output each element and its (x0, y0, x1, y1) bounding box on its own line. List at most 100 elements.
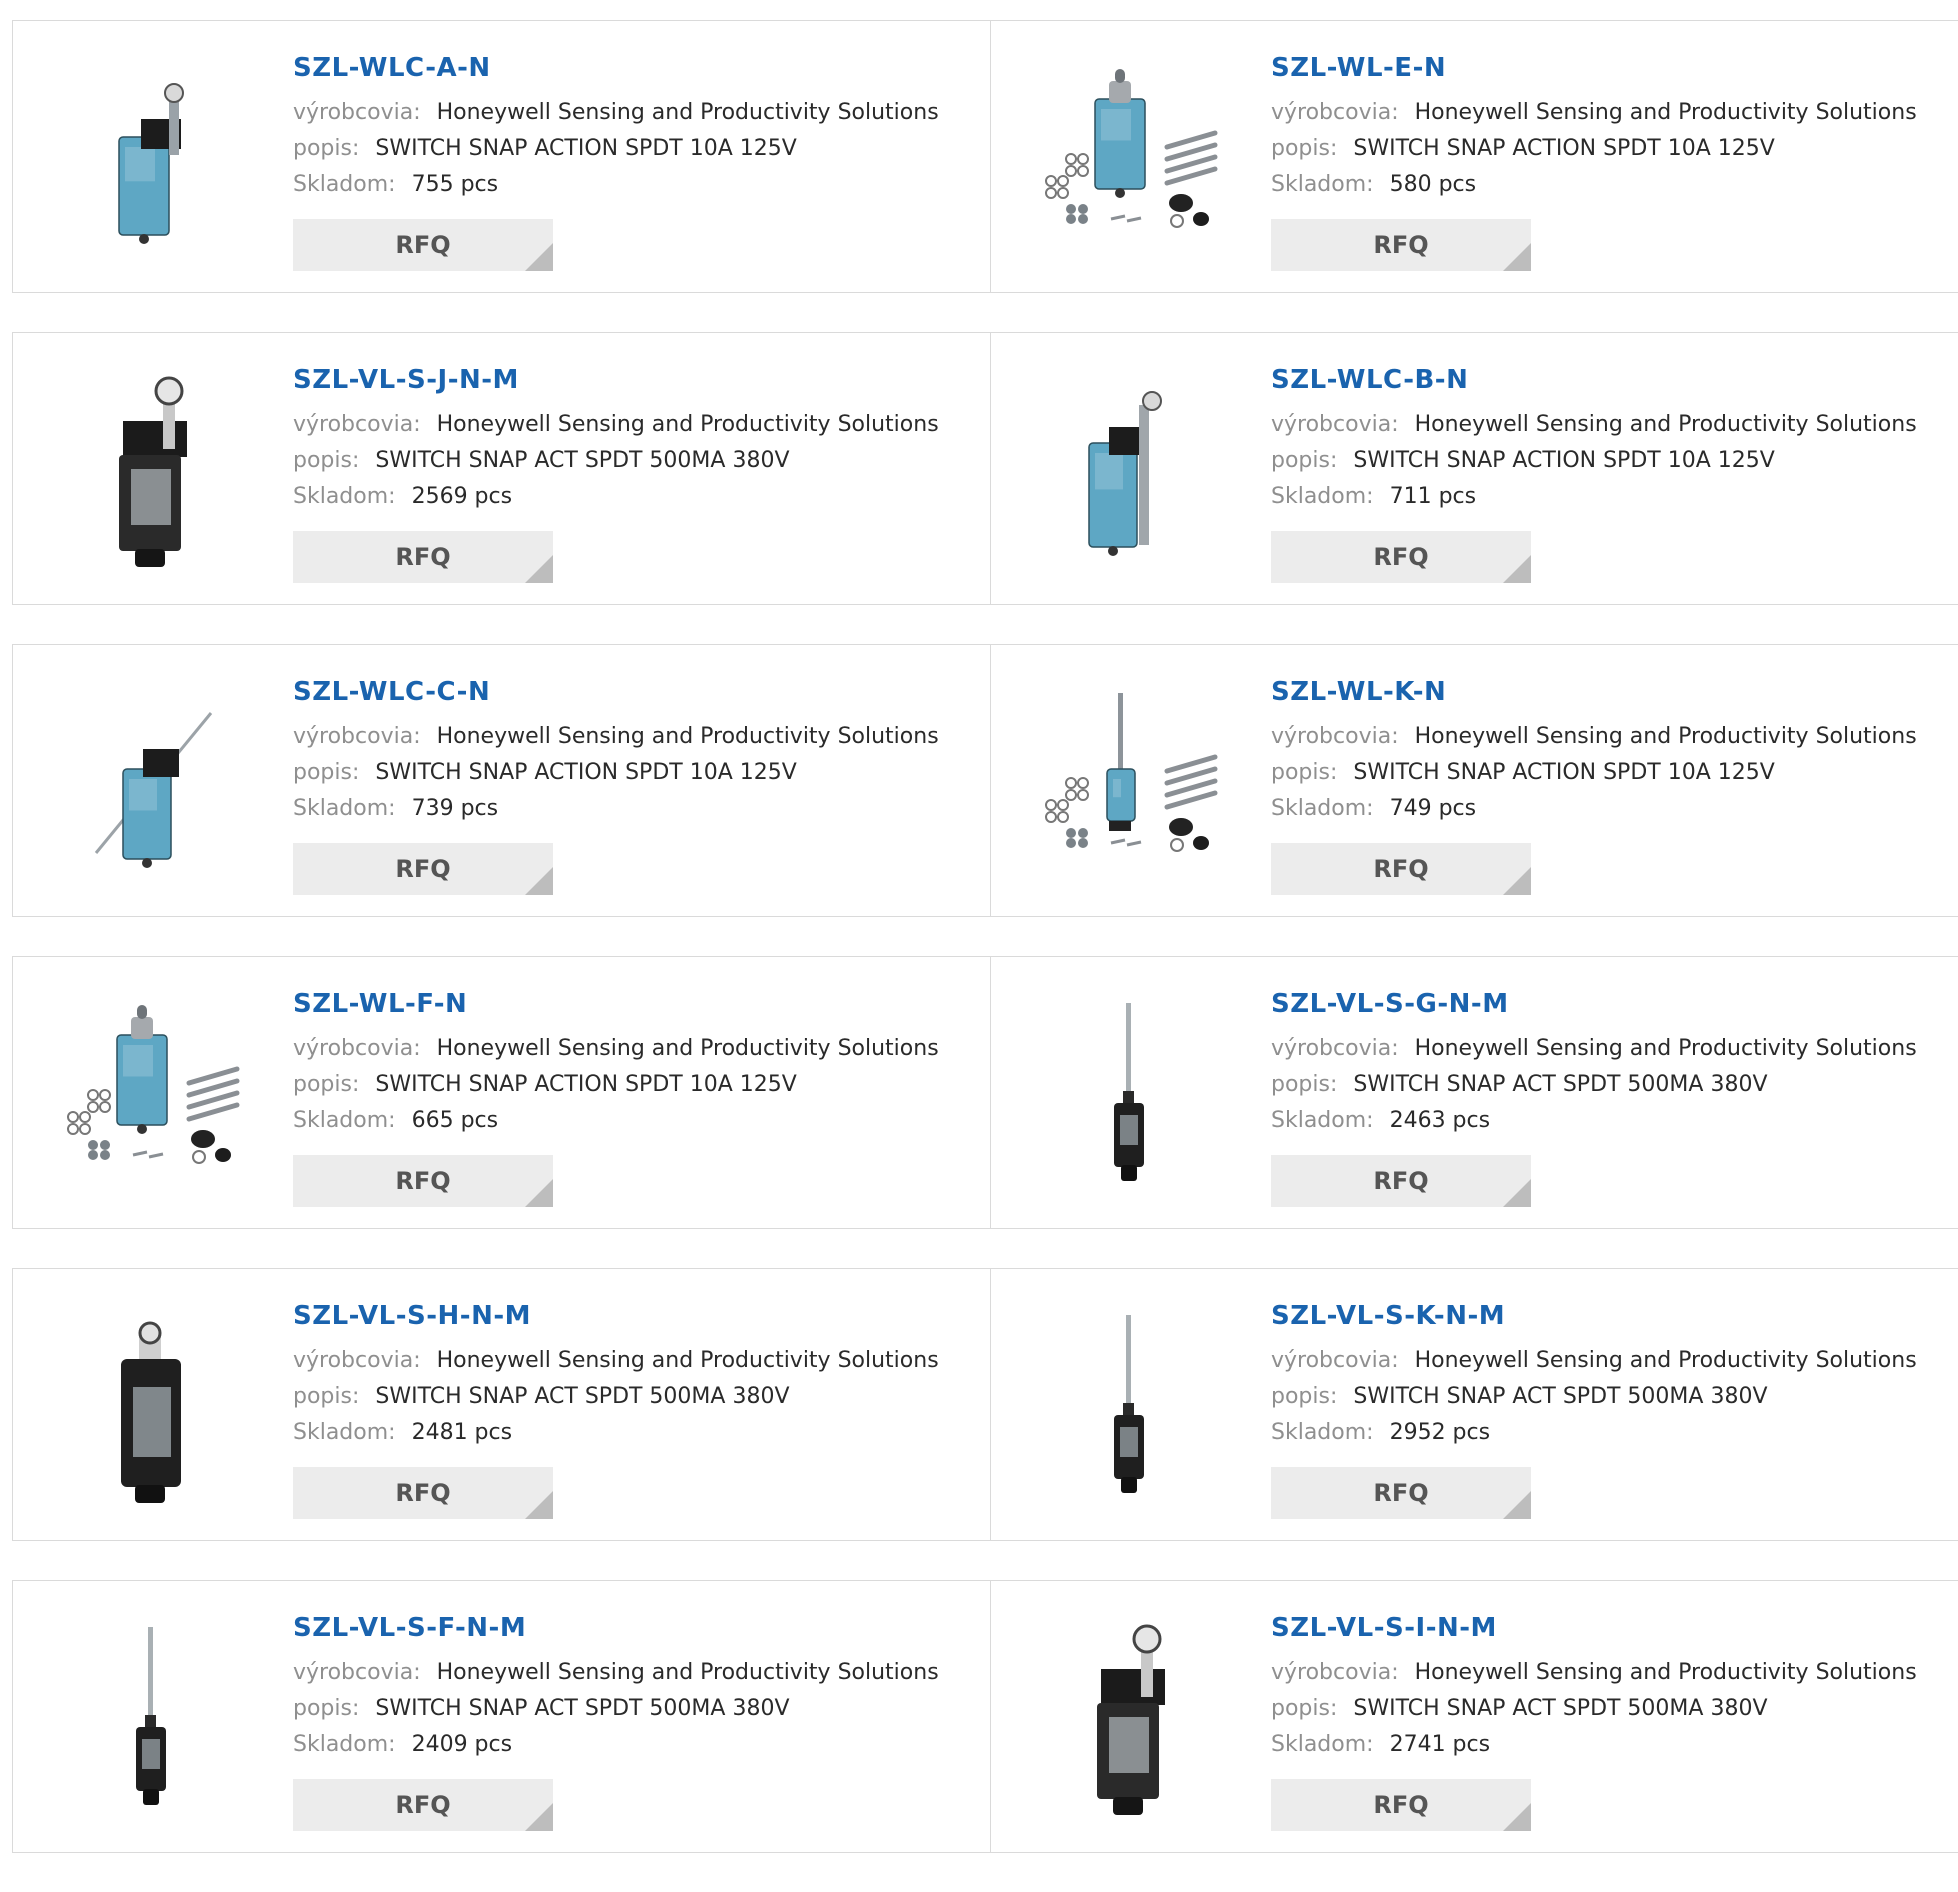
stock-value: 2481 pcs (411, 1420, 513, 1445)
rfq-button-label: RFQ (395, 1479, 451, 1507)
product-info: SZL-WLC-C-N výrobcovia: Honeywell Sensing… (293, 675, 973, 895)
stock-label: Skladom: (293, 1420, 396, 1445)
product-card: SZL-VL-S-F-N-M výrobcovia: Honeywell Sens… (12, 1580, 992, 1853)
manufacturer-label: výrobcovia: (1271, 100, 1399, 125)
description-label: popis: (1271, 1696, 1338, 1721)
description-row: popis: SWITCH SNAP ACTION SPDT 10A 125V (293, 1067, 973, 1103)
manufacturer-row: výrobcovia: Honeywell Sensing and Product… (293, 1343, 973, 1379)
description-label: popis: (1271, 760, 1338, 785)
product-card: SZL-WLC-C-N výrobcovia: Honeywell Sensing… (12, 644, 992, 917)
product-row: SZL-WLC-C-N výrobcovia: Honeywell Sensing… (12, 644, 1958, 919)
product-grid: SZL-WLC-A-N výrobcovia: Honeywell Sensing… (12, 20, 1958, 1892)
manufacturer-row: výrobcovia: Honeywell Sensing and Product… (1271, 1655, 1951, 1691)
product-image[interactable] (1029, 371, 1229, 571)
stock-value: 755 pcs (411, 172, 499, 197)
product-card: SZL-WL-F-N výrobcovia: Honeywell Sensing … (12, 956, 992, 1229)
product-part-number-link[interactable]: SZL-VL-S-K-N-M (1271, 1299, 1505, 1333)
product-image[interactable] (1029, 1619, 1229, 1819)
description-value: SWITCH SNAP ACTION SPDT 10A 125V (1353, 448, 1775, 473)
product-info: SZL-VL-S-F-N-M výrobcovia: Honeywell Sens… (293, 1611, 973, 1831)
rfq-button-label: RFQ (395, 231, 451, 259)
rfq-button[interactable]: RFQ (1271, 1155, 1531, 1207)
description-value: SWITCH SNAP ACT SPDT 500MA 380V (375, 1384, 790, 1409)
rfq-corner-decoration (1503, 1179, 1531, 1207)
product-image[interactable] (51, 995, 251, 1195)
manufacturer-value: Honeywell Sensing and Productivity Solut… (1414, 100, 1917, 125)
rfq-button[interactable]: RFQ (293, 1155, 553, 1207)
product-card: SZL-VL-S-K-N-M výrobcovia: Honeywell Sens… (990, 1268, 1958, 1541)
manufacturer-value: Honeywell Sensing and Productivity Solut… (436, 1348, 939, 1373)
product-part-number-link[interactable]: SZL-WLC-A-N (293, 51, 491, 85)
manufacturer-row: výrobcovia: Honeywell Sensing and Product… (1271, 719, 1951, 755)
rfq-button[interactable]: RFQ (293, 1467, 553, 1519)
description-label: popis: (293, 1696, 360, 1721)
product-row: SZL-VL-S-J-N-M výrobcovia: Honeywell Sens… (12, 332, 1958, 607)
product-part-number-link[interactable]: SZL-WL-E-N (1271, 51, 1446, 85)
stock-value: 739 pcs (411, 796, 499, 821)
rfq-button[interactable]: RFQ (293, 843, 553, 895)
stock-label: Skladom: (293, 1732, 396, 1757)
product-image[interactable] (1029, 683, 1229, 883)
product-part-number-link[interactable]: SZL-WLC-B-N (1271, 363, 1468, 397)
stock-row: Skladom: 2952 pcs (1271, 1415, 1951, 1451)
rfq-button[interactable]: RFQ (1271, 1779, 1531, 1831)
stock-value: 580 pcs (1389, 172, 1477, 197)
rfq-button-label: RFQ (1373, 855, 1429, 883)
rfq-button[interactable]: RFQ (293, 1779, 553, 1831)
manufacturer-label: výrobcovia: (1271, 1036, 1399, 1061)
stock-label: Skladom: (1271, 1732, 1374, 1757)
product-info: SZL-VL-S-I-N-M výrobcovia: Honeywell Sens… (1271, 1611, 1951, 1831)
stock-label: Skladom: (293, 484, 396, 509)
product-image[interactable] (1029, 995, 1229, 1195)
product-info: SZL-VL-S-G-N-M výrobcovia: Honeywell Sens… (1271, 987, 1951, 1207)
product-image[interactable] (51, 683, 251, 883)
manufacturer-row: výrobcovia: Honeywell Sensing and Product… (1271, 95, 1951, 131)
rfq-button[interactable]: RFQ (1271, 843, 1531, 895)
rfq-corner-decoration (525, 243, 553, 271)
stock-row: Skladom: 2463 pcs (1271, 1103, 1951, 1139)
product-part-number-link[interactable]: SZL-VL-S-F-N-M (293, 1611, 526, 1645)
product-part-number-link[interactable]: SZL-VL-S-G-N-M (1271, 987, 1509, 1021)
rfq-corner-decoration (1503, 867, 1531, 895)
product-info: SZL-VL-S-H-N-M výrobcovia: Honeywell Sens… (293, 1299, 973, 1519)
description-row: popis: SWITCH SNAP ACTION SPDT 10A 125V (293, 131, 973, 167)
product-part-number-link[interactable]: SZL-WLC-C-N (293, 675, 490, 709)
rfq-button[interactable]: RFQ (1271, 219, 1531, 271)
rfq-button[interactable]: RFQ (293, 219, 553, 271)
rfq-button[interactable]: RFQ (1271, 1467, 1531, 1519)
product-image[interactable] (51, 371, 251, 571)
product-image[interactable] (51, 1307, 251, 1507)
stock-row: Skladom: 711 pcs (1271, 479, 1951, 515)
product-image[interactable] (51, 1619, 251, 1819)
product-card: SZL-VL-S-G-N-M výrobcovia: Honeywell Sens… (990, 956, 1958, 1229)
manufacturer-row: výrobcovia: Honeywell Sensing and Product… (293, 1031, 973, 1067)
rfq-button[interactable]: RFQ (293, 531, 553, 583)
description-row: popis: SWITCH SNAP ACTION SPDT 10A 125V (293, 755, 973, 791)
product-part-number-link[interactable]: SZL-VL-S-H-N-M (293, 1299, 531, 1333)
description-label: popis: (293, 1072, 360, 1097)
rfq-button-label: RFQ (1373, 1167, 1429, 1195)
product-image[interactable] (1029, 59, 1229, 259)
manufacturer-label: výrobcovia: (293, 1348, 421, 1373)
product-card: SZL-WL-K-N výrobcovia: Honeywell Sensing … (990, 644, 1958, 917)
product-part-number-link[interactable]: SZL-VL-S-J-N-M (293, 363, 519, 397)
product-part-number-link[interactable]: SZL-VL-S-I-N-M (1271, 1611, 1497, 1645)
manufacturer-value: Honeywell Sensing and Productivity Solut… (1414, 1036, 1917, 1061)
rfq-button[interactable]: RFQ (1271, 531, 1531, 583)
rfq-corner-decoration (1503, 1803, 1531, 1831)
product-image[interactable] (51, 59, 251, 259)
product-info: SZL-WL-F-N výrobcovia: Honeywell Sensing … (293, 987, 973, 1207)
product-image[interactable] (1029, 1307, 1229, 1507)
description-value: SWITCH SNAP ACT SPDT 500MA 380V (375, 448, 790, 473)
product-part-number-link[interactable]: SZL-WL-K-N (1271, 675, 1446, 709)
rfq-button-label: RFQ (1373, 543, 1429, 571)
manufacturer-label: výrobcovia: (293, 1660, 421, 1685)
manufacturer-value: Honeywell Sensing and Productivity Solut… (436, 412, 939, 437)
stock-value: 665 pcs (411, 1108, 499, 1133)
rfq-corner-decoration (1503, 1491, 1531, 1519)
product-part-number-link[interactable]: SZL-WL-F-N (293, 987, 467, 1021)
manufacturer-value: Honeywell Sensing and Productivity Solut… (1414, 1660, 1917, 1685)
stock-value: 749 pcs (1389, 796, 1477, 821)
manufacturer-row: výrobcovia: Honeywell Sensing and Product… (1271, 1343, 1951, 1379)
description-row: popis: SWITCH SNAP ACT SPDT 500MA 380V (1271, 1691, 1951, 1727)
